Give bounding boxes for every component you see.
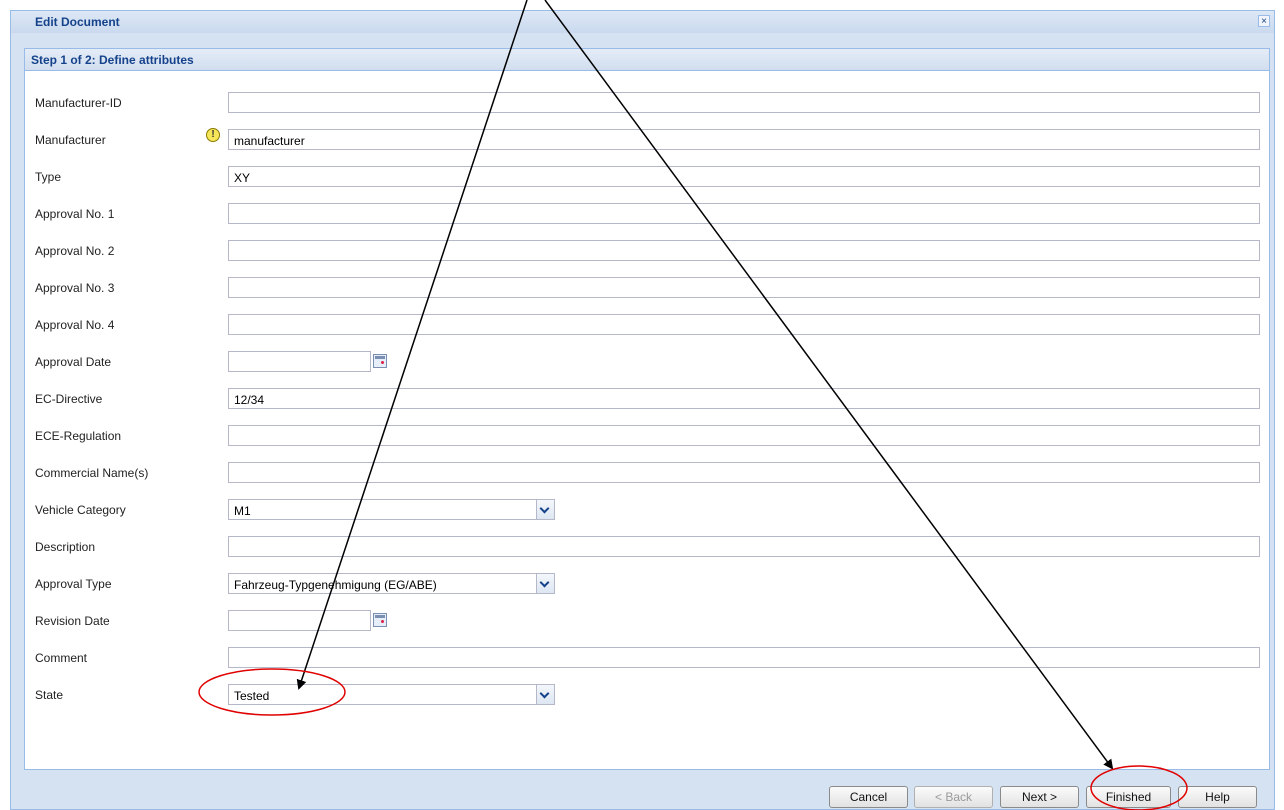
approval-no-3-input[interactable] bbox=[228, 277, 1260, 298]
description-input[interactable] bbox=[228, 536, 1260, 557]
close-icon[interactable]: × bbox=[1258, 15, 1270, 27]
step-title: Step 1 of 2: Define attributes bbox=[31, 53, 194, 67]
commercial-names-input[interactable] bbox=[228, 462, 1260, 483]
calendar-icon[interactable] bbox=[373, 354, 387, 368]
approval-no-1-input[interactable] bbox=[228, 203, 1260, 224]
back-button[interactable]: < Back bbox=[914, 786, 993, 808]
state-select[interactable]: Tested bbox=[228, 684, 555, 705]
revision-date-input[interactable] bbox=[228, 610, 371, 631]
state-label: State bbox=[35, 688, 64, 702]
dialog-title: Edit Document bbox=[35, 15, 120, 29]
dialog-titlebar[interactable]: Edit Document × bbox=[11, 11, 1274, 33]
dialog-footer: Cancel < Back Next > Finished Help bbox=[24, 776, 1270, 810]
chevron-down-icon[interactable] bbox=[536, 685, 554, 704]
approval-no-4-label: Approval No. 4 bbox=[35, 318, 115, 332]
comment-label: Comment bbox=[35, 651, 88, 665]
approval-date-input[interactable] bbox=[228, 351, 371, 372]
approval-type-value: Fahrzeug-Typgenehmigung (EG/ABE) bbox=[234, 578, 437, 592]
form-panel: Step 1 of 2: Define attributes Manufactu… bbox=[24, 48, 1270, 770]
approval-type-label: Approval Type bbox=[35, 577, 112, 591]
type-input[interactable]: XY bbox=[228, 166, 1260, 187]
manufacturer-id-input[interactable] bbox=[228, 92, 1260, 113]
approval-no-2-input[interactable] bbox=[228, 240, 1260, 261]
commercial-names-label: Commercial Name(s) bbox=[35, 466, 149, 480]
vehicle-category-select[interactable]: M1 bbox=[228, 499, 555, 520]
ece-regulation-label: ECE-Regulation bbox=[35, 429, 122, 443]
vehicle-category-value: M1 bbox=[234, 504, 251, 518]
chevron-down-icon[interactable] bbox=[536, 500, 554, 519]
approval-no-3-label: Approval No. 3 bbox=[35, 281, 115, 295]
next-button[interactable]: Next > bbox=[1000, 786, 1079, 808]
help-button[interactable]: Help bbox=[1178, 786, 1257, 808]
ec-directive-input[interactable]: 12/34 bbox=[228, 388, 1260, 409]
state-value: Tested bbox=[234, 689, 270, 703]
approval-no-4-input[interactable] bbox=[228, 314, 1260, 335]
ece-regulation-input[interactable] bbox=[228, 425, 1260, 446]
approval-type-select[interactable]: Fahrzeug-Typgenehmigung (EG/ABE) bbox=[228, 573, 555, 594]
type-label: Type bbox=[35, 170, 62, 184]
approval-no-2-label: Approval No. 2 bbox=[35, 244, 115, 258]
edit-document-dialog: Edit Document × Step 1 of 2: Define attr… bbox=[10, 10, 1275, 810]
cancel-button[interactable]: Cancel bbox=[829, 786, 908, 808]
calendar-icon[interactable] bbox=[373, 613, 387, 627]
ec-directive-label: EC-Directive bbox=[35, 392, 103, 406]
vehicle-category-label: Vehicle Category bbox=[35, 503, 126, 517]
comment-input[interactable] bbox=[228, 647, 1260, 668]
approval-date-label: Approval Date bbox=[35, 355, 112, 369]
step-header: Step 1 of 2: Define attributes bbox=[25, 49, 1269, 71]
finished-button[interactable]: Finished bbox=[1086, 786, 1171, 808]
approval-no-1-label: Approval No. 1 bbox=[35, 207, 115, 221]
chevron-down-icon[interactable] bbox=[536, 574, 554, 593]
revision-date-label: Revision Date bbox=[35, 614, 110, 628]
manufacturer-id-label: Manufacturer-ID bbox=[35, 96, 122, 110]
manufacturer-input[interactable]: manufacturer bbox=[228, 129, 1260, 150]
manufacturer-label: Manufacturer bbox=[35, 133, 106, 147]
description-label: Description bbox=[35, 540, 96, 554]
